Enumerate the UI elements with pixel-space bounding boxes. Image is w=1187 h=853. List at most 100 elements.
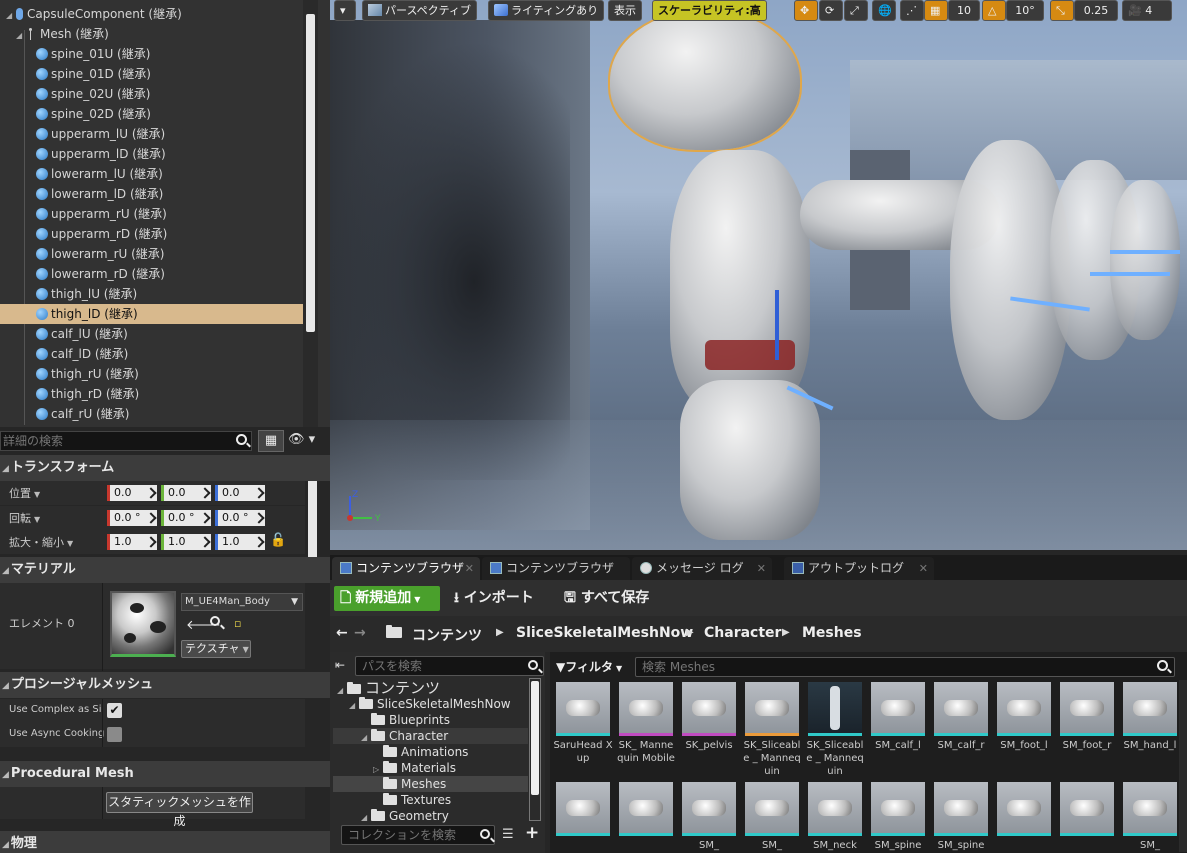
asset-tile[interactable]: SM_foot_l [997, 682, 1051, 752]
expand-arrow-icon[interactable]: ◢ [361, 810, 371, 826]
create-static-mesh-button[interactable]: スタティックメッシュを作成 [106, 792, 253, 828]
scalability-warning[interactable]: スケーラビリティ:高 [652, 0, 767, 21]
asset-tile[interactable]: SM_ [682, 782, 736, 852]
material-thumbnail[interactable] [110, 591, 176, 657]
folder-item[interactable]: ◢ Geometry [333, 808, 528, 824]
location-label[interactable]: 位置 ▼ [9, 485, 40, 501]
asset-tile[interactable]: SM_neck [808, 782, 862, 852]
rotation-snap-value[interactable]: 10° [1006, 0, 1044, 21]
location-x-field[interactable]: 0.0 [107, 485, 157, 501]
gizmo-z-arrow[interactable] [775, 290, 779, 360]
world-local-icon[interactable]: 🌐 [872, 0, 896, 21]
rotation-snap-icon[interactable]: △ [982, 0, 1006, 21]
scale-z-field[interactable]: 1.0 [215, 534, 265, 550]
location-y-field[interactable]: 0.0 [161, 485, 211, 501]
materials-category-header[interactable]: ◢ マテリアル [0, 557, 330, 583]
search-icon[interactable] [480, 828, 490, 842]
asset-tile[interactable]: SK_pelvis [682, 682, 736, 752]
material-combo-box[interactable]: M_UE4Man_Body ▼ [181, 593, 303, 611]
use-complex-checkbox[interactable]: ✔ [107, 703, 122, 718]
folder-item[interactable]: ◢ Character [333, 728, 528, 744]
breadcrumb-separator-icon[interactable]: ▶ [782, 627, 790, 638]
asset-tile[interactable]: SM_foot_r [1060, 682, 1114, 752]
folder-item[interactable]: Blueprints [333, 712, 528, 728]
translate-mode-icon[interactable]: ✥ [794, 0, 818, 21]
asset-tile[interactable]: SM_spine [934, 782, 988, 852]
breadcrumb-separator-icon[interactable]: ▶ [686, 627, 694, 638]
tree-item[interactable]: lowerarm_lU (継承) [0, 164, 303, 184]
grid-snap-value[interactable]: 10 [948, 0, 980, 21]
asset-tile[interactable] [1060, 782, 1114, 839]
collapse-sources-icon[interactable]: ⇤ [335, 658, 345, 672]
scale-mode-icon[interactable]: ⤢ [844, 0, 868, 21]
tree-item[interactable]: spine_02U (継承) [0, 84, 303, 104]
selected-thigh-segment[interactable] [705, 340, 795, 370]
rotation-z-field[interactable]: 0.0 ° [215, 510, 265, 526]
tree-item[interactable]: lowerarm_rU (継承) [0, 244, 303, 264]
transform-category-header[interactable]: ◢ トランスフォーム [0, 455, 330, 481]
import-button[interactable]: ⭳ インポート [454, 586, 534, 611]
asset-tile[interactable]: SM_spine [871, 782, 925, 852]
asset-tile[interactable] [997, 782, 1051, 839]
character-head[interactable] [608, 8, 802, 152]
folder-item[interactable]: Textures [333, 792, 528, 808]
back-arrow-icon[interactable]: ← [336, 625, 348, 641]
expand-arrow-icon[interactable]: ◢ [6, 6, 16, 26]
asset-tile[interactable]: SaruHead Xup [553, 682, 613, 765]
collection-search-input[interactable] [342, 826, 467, 844]
tree-item[interactable]: ◢ CapsuleComponent (継承) [0, 4, 303, 24]
tree-item[interactable]: upperarm_rU (継承) [0, 204, 303, 224]
use-async-checkbox[interactable] [107, 727, 122, 742]
visibility-eye-icon[interactable]: 👁 ▾ [288, 432, 320, 450]
procedural-mesh-en-category-header[interactable]: ◢ Procedural Mesh [0, 761, 330, 787]
tree-item[interactable]: lowerarm_lD (継承) [0, 184, 303, 204]
scale-snap-icon[interactable]: ⤡ [1050, 0, 1074, 21]
scale-label[interactable]: 拡大・縮小 ▼ [9, 534, 73, 550]
tree-item[interactable]: spine_01D (継承) [0, 64, 303, 84]
tree-scrollbar[interactable] [306, 14, 315, 332]
tree-item[interactable]: calf_lU (継承) [0, 324, 303, 344]
tree-item[interactable]: thigh_rU (継承) [0, 364, 303, 384]
tab-output-log[interactable]: アウトプットログ ✕ [784, 557, 934, 580]
breadcrumb-sliceskeletalmeshnow[interactable]: SliceSkeletalMeshNow [516, 625, 693, 641]
search-icon[interactable] [236, 434, 247, 448]
tree-item[interactable]: thigh_lD (継承) [0, 304, 303, 324]
path-search-box[interactable] [355, 656, 544, 676]
asset-tile[interactable]: SK_ Mannequin Mobile [617, 682, 675, 765]
asset-tile[interactable]: SM_hand_l [1123, 682, 1177, 752]
tree-item[interactable]: lowerarm_rD (継承) [0, 264, 303, 284]
save-all-button[interactable]: 🖫 すべて保存 [564, 586, 649, 611]
breadcrumb-separator-icon[interactable]: ▶ [496, 627, 504, 638]
breadcrumb-content[interactable]: コンテンツ [412, 625, 482, 645]
path-search-input[interactable] [356, 657, 516, 675]
collections-list-icon[interactable]: ☰ [502, 827, 514, 842]
perspective-button[interactable]: パースペクティブ [362, 0, 478, 21]
reset-icon[interactable]: ▫ [234, 617, 241, 630]
folder-item[interactable]: ◢ SliceSkeletalMeshNow [333, 696, 528, 712]
viewport-options-menu[interactable]: ▾ [334, 0, 356, 21]
search-icon[interactable] [528, 659, 538, 673]
physics-category-header[interactable]: ◢ 物理 [0, 831, 330, 853]
tree-item[interactable]: upperarm_rD (継承) [0, 224, 303, 244]
details-search-box[interactable] [0, 431, 252, 451]
procedural-mesh-category-header[interactable]: ◢ プロシージャルメッシュ [0, 672, 330, 698]
filters-button[interactable]: ▼フィルタ ▼ [556, 658, 622, 675]
forward-arrow-icon[interactable]: → [354, 625, 366, 641]
breadcrumb-meshes[interactable]: Meshes [802, 625, 862, 641]
show-button[interactable]: 表示 [608, 0, 642, 21]
scale-x-field[interactable]: 1.0 [107, 534, 157, 550]
folder-tree-scrollbar[interactable] [529, 678, 541, 821]
rotation-label[interactable]: 回転 ▼ [9, 510, 40, 526]
textures-button[interactable]: テクスチャ ▼ [181, 640, 251, 658]
close-icon[interactable]: ✕ [919, 557, 928, 580]
close-icon[interactable]: ✕ [757, 557, 766, 580]
tree-item[interactable]: ◢ Mesh (継承) [0, 24, 303, 44]
collection-search-box[interactable] [341, 825, 495, 845]
character-legs[interactable] [680, 380, 820, 540]
tab-content-browser-1[interactable]: コンテンツブラウザ ✕ [332, 557, 480, 580]
asset-scrollbar[interactable] [1179, 680, 1187, 852]
lighting-button[interactable]: ライティングあり [488, 0, 605, 21]
character-copy-3[interactable] [1110, 180, 1180, 340]
tab-message-log[interactable]: メッセージ ログ ✕ [632, 557, 772, 580]
asset-search-input[interactable] [636, 658, 1136, 676]
